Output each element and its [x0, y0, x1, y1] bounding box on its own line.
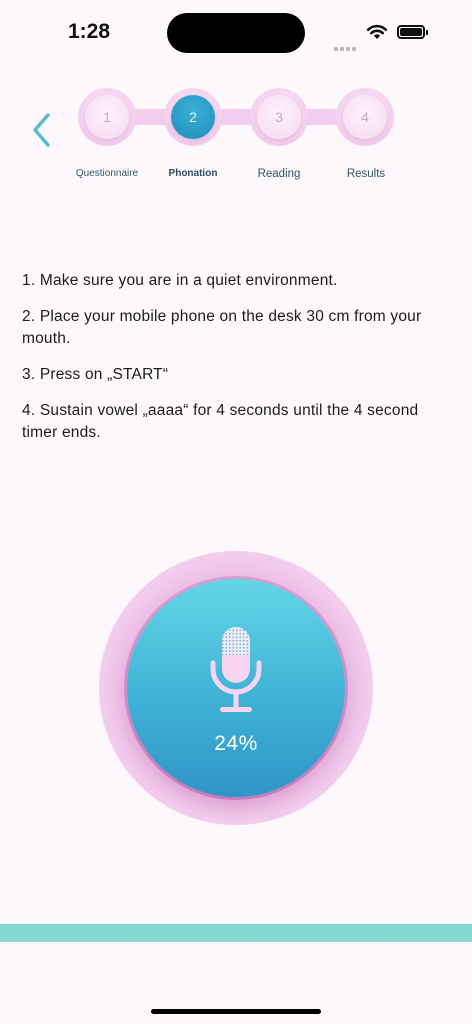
home-indicator[interactable]	[151, 1009, 321, 1014]
dynamic-island	[167, 13, 305, 53]
step-1[interactable]: 1	[78, 88, 136, 146]
step-4-number: 4	[343, 95, 387, 139]
cellular-signal-icon	[334, 33, 358, 51]
step-3-label: Reading	[257, 168, 301, 180]
instruction-item: 1. Make sure you are in a quiet environm…	[22, 272, 338, 289]
step-1-label: Questionnaire	[75, 168, 139, 179]
step-4-label: Results	[346, 168, 386, 180]
chevron-left-icon	[33, 113, 50, 147]
step-2-label: Phonation	[168, 168, 218, 179]
step-3-number: 3	[257, 95, 301, 139]
step-2-number: 2	[171, 95, 215, 139]
instruction-item: 3. Press on „START“	[22, 366, 169, 383]
recording-progress-text: 24%	[214, 732, 258, 755]
instruction-item: 4. Sustain vowel „aaaa“ for 4 seconds un…	[22, 402, 419, 441]
step-2[interactable]: 2	[164, 88, 222, 146]
step-1-number: 1	[85, 95, 129, 139]
wifi-icon	[366, 24, 388, 39]
step-3[interactable]: 3	[250, 88, 308, 146]
instruction-item: 2. Place your mobile phone on the desk 3…	[22, 308, 422, 347]
stepper-connector	[120, 109, 360, 125]
status-bar: 1:28	[0, 0, 472, 64]
step-4[interactable]: 4	[336, 88, 394, 146]
battery-icon	[397, 25, 428, 39]
microphone-icon	[210, 627, 262, 712]
status-time: 1:28	[68, 20, 111, 43]
back-button[interactable]	[26, 110, 56, 150]
instructions-list: 1. Make sure you are in a quiet environm…	[22, 270, 454, 458]
progress-stepper: 1 2 3 4 Questionnaire Phonation Reading …	[76, 88, 400, 180]
